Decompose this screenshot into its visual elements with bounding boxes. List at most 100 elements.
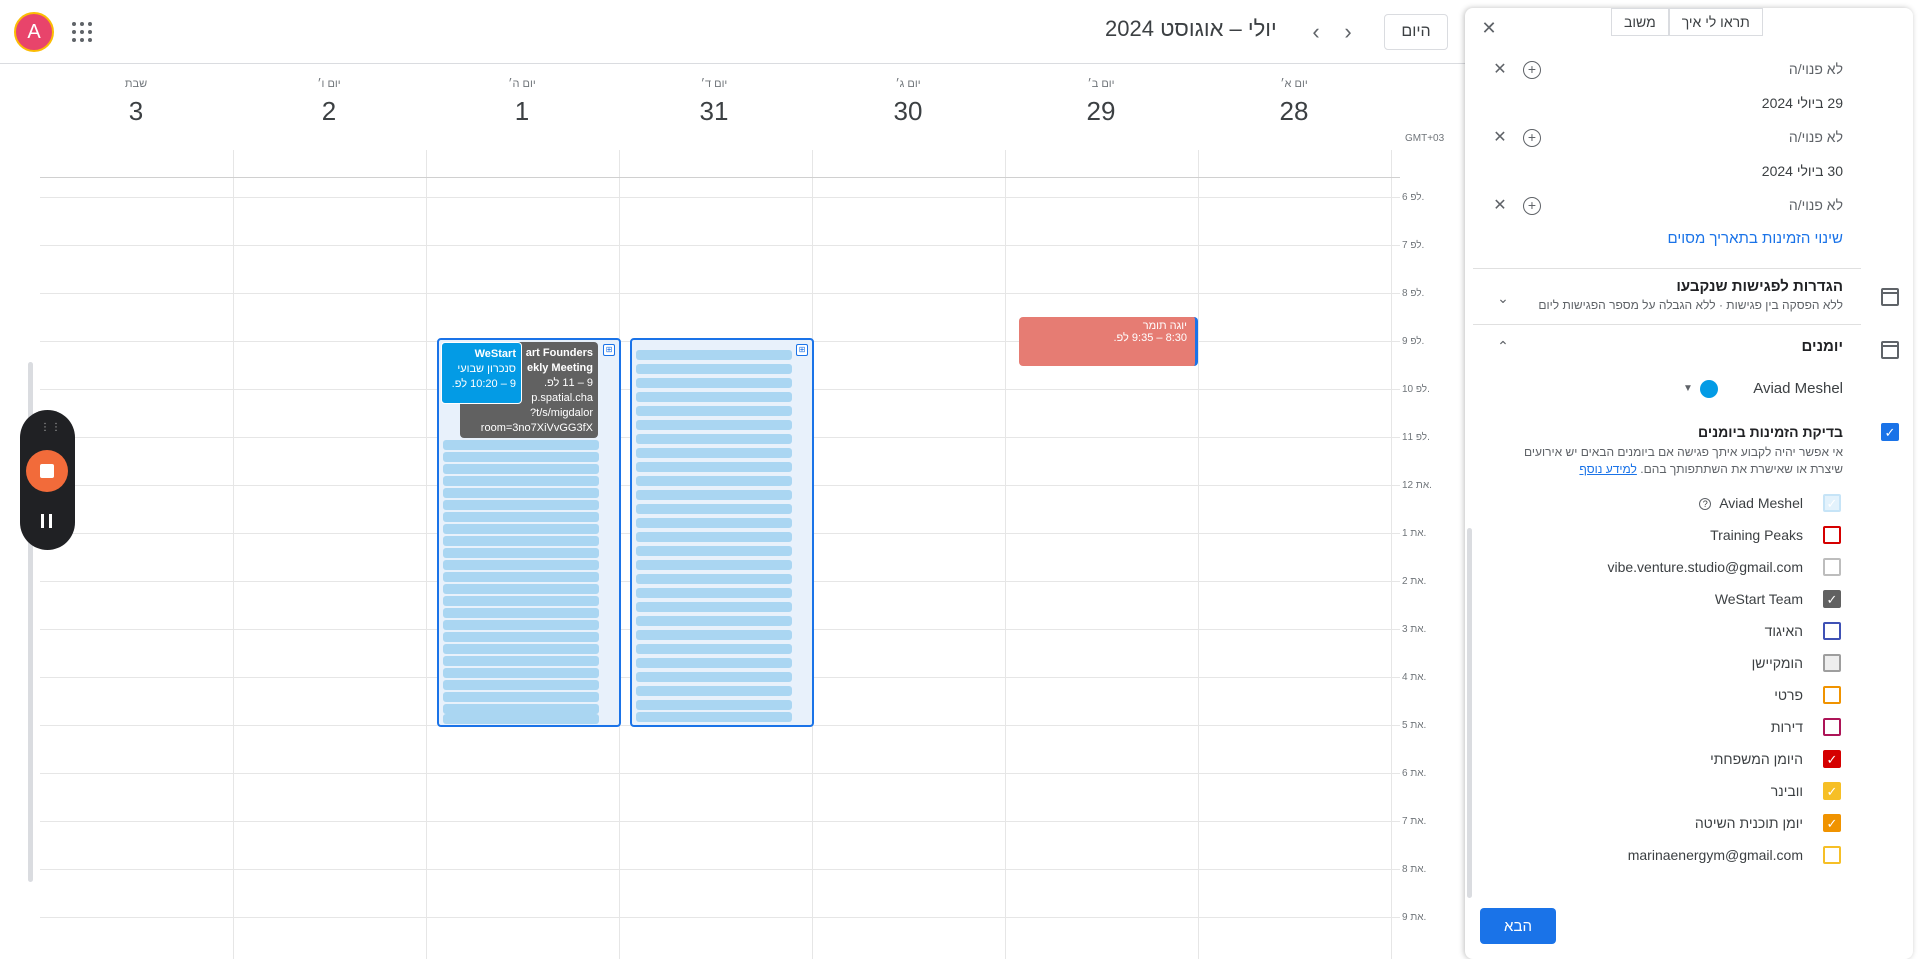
calendar-label: Training Peaks bbox=[1710, 527, 1803, 543]
caret-down-icon[interactable]: ▼ bbox=[1683, 383, 1693, 394]
check-availability-label: בדיקת הזמינות ביומנים bbox=[1698, 424, 1843, 440]
day-name: יום ו׳ bbox=[317, 78, 341, 90]
day-header[interactable]: יום ה׳ 1 bbox=[427, 78, 617, 127]
day-number[interactable]: 29 bbox=[1006, 96, 1196, 127]
tab-show-me-how[interactable]: תראו לי איך bbox=[1668, 8, 1763, 36]
top-bar: A יולי – אוגוסט 2024 ‹ › היום bbox=[0, 0, 1465, 64]
hour-label: 1 את. bbox=[1402, 528, 1427, 539]
day-number[interactable]: 1 bbox=[427, 96, 617, 127]
panel-scrollbar[interactable] bbox=[1467, 528, 1472, 898]
day-header[interactable]: יום א׳ 28 bbox=[1199, 78, 1389, 127]
hour-label: 9 את. bbox=[1402, 912, 1427, 923]
calendar-checkbox[interactable]: ✓ bbox=[1823, 782, 1841, 800]
appointment-slots-block[interactable]: ⊞ art Founders ekly Meeting 9 – 11 לפ. p… bbox=[437, 338, 621, 727]
account-avatar[interactable]: A bbox=[14, 12, 54, 52]
calendar-checkbox[interactable] bbox=[1823, 622, 1841, 640]
calendar-icon bbox=[1881, 341, 1899, 359]
calendar-checkbox[interactable]: ✓ bbox=[1823, 814, 1841, 832]
day-header[interactable]: יום ד׳ 31 bbox=[619, 78, 809, 127]
day-name: יום ה׳ bbox=[508, 78, 536, 90]
add-circle-icon[interactable]: + bbox=[1523, 129, 1541, 147]
calendar-checkbox[interactable] bbox=[1823, 526, 1841, 544]
calendar-checkbox[interactable]: ✓ bbox=[1823, 590, 1841, 608]
next-button[interactable]: הבא bbox=[1480, 908, 1556, 944]
hour-line bbox=[40, 821, 1400, 822]
close-icon[interactable]: ✕ bbox=[1491, 129, 1509, 147]
tab-feedback[interactable]: משוב bbox=[1611, 8, 1669, 36]
day-number[interactable]: 3 bbox=[41, 96, 231, 127]
appointment-icon: ⊞ bbox=[603, 344, 615, 356]
override-date: 30 ביולי 2024 bbox=[1761, 163, 1843, 179]
event-yoga[interactable]: יוגה תומר 8:30 – 9:35 לפ. bbox=[1019, 317, 1198, 366]
event-time: 9 – 10:20 לפ. bbox=[451, 378, 516, 390]
day-name: יום ד׳ bbox=[700, 78, 728, 90]
day-number[interactable]: 30 bbox=[813, 96, 1003, 127]
calendar-label: יומן תוכנית השיטה bbox=[1694, 815, 1803, 831]
add-circle-icon[interactable]: + bbox=[1523, 197, 1541, 215]
calendar-checkbox[interactable] bbox=[1823, 558, 1841, 576]
calendar-label: vibe.venture.studio@gmail.com bbox=[1607, 559, 1803, 575]
close-icon[interactable]: ✕ bbox=[1477, 16, 1501, 40]
column-divider bbox=[1005, 150, 1006, 959]
calendar-checkbox[interactable] bbox=[1823, 686, 1841, 704]
check-availability-description: אי אפשר יהיה לקבוע איתך פגישה אם ביומנים… bbox=[1513, 444, 1843, 478]
hour-label: 5 את. bbox=[1402, 720, 1427, 731]
hour-label: 8 את. bbox=[1402, 864, 1427, 875]
day-header[interactable]: יום ב׳ 29 bbox=[1006, 78, 1196, 127]
check-availability-checkbox[interactable]: ✓ bbox=[1881, 423, 1899, 441]
appointment-icon: ⊞ bbox=[796, 344, 808, 356]
calendar-checkbox: ✓ bbox=[1823, 494, 1841, 512]
divider bbox=[1473, 268, 1861, 269]
day-header[interactable]: שבת 3 bbox=[41, 78, 231, 127]
chevron-right-icon[interactable]: › bbox=[1334, 18, 1362, 46]
day-number[interactable]: 31 bbox=[619, 96, 809, 127]
booked-settings-title[interactable]: הגדרות לפגישות שנקבעו bbox=[1676, 278, 1843, 295]
calendar-checkbox[interactable] bbox=[1823, 846, 1841, 864]
drag-handle-icon[interactable]: ⋮⋮ bbox=[40, 422, 62, 433]
add-circle-icon[interactable]: + bbox=[1523, 61, 1541, 79]
chevron-left-icon[interactable]: ‹ bbox=[1302, 18, 1330, 46]
event-time: 8:30 – 9:35 לפ. bbox=[1113, 332, 1187, 344]
chevron-down-icon[interactable]: ⌄ bbox=[1495, 290, 1511, 306]
day-header[interactable]: יום ג׳ 30 bbox=[813, 78, 1003, 127]
learn-more-link[interactable]: למידע נוסף bbox=[1579, 462, 1636, 476]
day-number[interactable]: 28 bbox=[1199, 96, 1389, 127]
hour-line bbox=[40, 773, 1400, 774]
apps-grid-icon[interactable] bbox=[70, 20, 94, 44]
calendars-section-title[interactable]: יומנים bbox=[1802, 338, 1843, 355]
hour-label: 8 לפ. bbox=[1402, 288, 1425, 299]
hour-label: 7 את. bbox=[1402, 816, 1427, 827]
event-subtitle: סנכרון שבועי bbox=[457, 363, 516, 375]
day-name: שבת bbox=[124, 78, 148, 90]
hour-label: 9 לפ. bbox=[1402, 336, 1425, 347]
close-icon[interactable]: ✕ bbox=[1491, 197, 1509, 215]
hour-label: 2 את. bbox=[1402, 576, 1427, 587]
appointment-slots-block[interactable]: ⊞ bbox=[630, 338, 814, 727]
stop-recording-button[interactable] bbox=[26, 450, 68, 492]
calendar-label: WeStart Team bbox=[1714, 591, 1803, 607]
event-westart-sync[interactable]: WeStart סנכרון שבועי 9 – 10:20 לפ. bbox=[441, 342, 522, 404]
timezone-label: GMT+03 bbox=[1405, 133, 1445, 144]
hour-line bbox=[40, 869, 1400, 870]
day-number[interactable]: 2 bbox=[234, 96, 424, 127]
calendar-label: וובינר bbox=[1770, 783, 1803, 799]
screen-recorder-widget[interactable]: ⋮⋮ bbox=[20, 410, 75, 550]
column-divider bbox=[1391, 150, 1392, 959]
booked-settings-subtitle: ללא הפסקה בין פגישות · ללא הגבלה על מספר… bbox=[1538, 298, 1843, 312]
hour-label: 7 לפ. bbox=[1402, 240, 1425, 251]
close-icon[interactable]: ✕ bbox=[1491, 61, 1509, 79]
calendar-checkbox[interactable] bbox=[1823, 718, 1841, 736]
pause-icon[interactable] bbox=[41, 514, 55, 528]
event-link: room=3no7XiVvGG3fX bbox=[480, 422, 593, 434]
calendar-checkbox[interactable]: ✓ bbox=[1823, 750, 1841, 768]
hour-label: 6 את. bbox=[1402, 768, 1427, 779]
today-button[interactable]: היום bbox=[1384, 14, 1448, 50]
color-dot[interactable] bbox=[1700, 380, 1718, 398]
help-icon[interactable]: ? bbox=[1699, 498, 1712, 511]
chevron-up-icon[interactable]: ⌃ bbox=[1495, 338, 1511, 354]
calendar-checkbox[interactable] bbox=[1823, 654, 1841, 672]
change-availability-link[interactable]: שינוי הזמינות בתאריך מסוים bbox=[1667, 230, 1843, 247]
calendar-label: marinaenergym@gmail.com bbox=[1627, 847, 1803, 863]
hour-label: 10 לפ. bbox=[1402, 384, 1430, 395]
day-header[interactable]: יום ו׳ 2 bbox=[234, 78, 424, 127]
